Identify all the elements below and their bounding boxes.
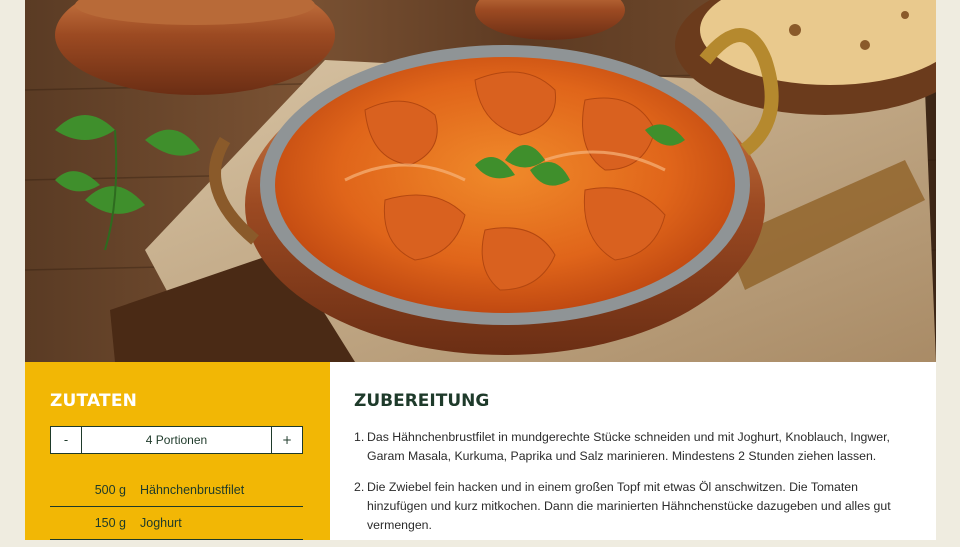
decrease-portions-button[interactable]: - [51, 427, 82, 453]
preparation-step: 2. Die Zwiebel fein hacken und in einem … [354, 478, 914, 535]
ingredient-amount: 150 g [94, 516, 126, 530]
page-margin-right [936, 0, 960, 540]
ingredient-row: 500 g Hähnchenbrustfilet [50, 474, 303, 507]
increase-portions-button[interactable]: + [271, 427, 302, 453]
step-text: Das Hähnchenbrustfilet in mundgerechte S… [367, 430, 890, 463]
portions-stepper: - 4 Portionen + [50, 426, 303, 454]
recipe-hero-image [25, 0, 936, 362]
butter-chicken-illustration [25, 0, 936, 362]
ingredient-name: Joghurt [140, 516, 182, 530]
preparation-step: 1. Das Hähnchenbrustfilet in mundgerecht… [354, 428, 914, 466]
ingredients-heading: ZUTATEN [50, 391, 138, 411]
step-number: 2. [354, 480, 365, 494]
ingredient-amount: 500 g [94, 483, 126, 497]
ingredients-panel: ZUTATEN - 4 Portionen + 500 g Hähnchenbr… [25, 362, 330, 540]
portions-value: 4 Portionen [145, 433, 208, 447]
ingredient-list: 500 g Hähnchenbrustfilet 150 g Joghurt [50, 474, 303, 540]
preparation-panel: ZUBEREITUNG 1. Das Hähnchenbrustfilet in… [330, 362, 936, 540]
preparation-heading: ZUBEREITUNG [354, 391, 490, 411]
preparation-steps: 1. Das Hähnchenbrustfilet in mundgerecht… [354, 428, 914, 547]
ingredient-row: 150 g Joghurt [50, 507, 303, 540]
page-margin-left [0, 0, 25, 540]
step-text: Die Zwiebel fein hacken und in einem gro… [367, 480, 891, 532]
ingredient-name: Hähnchenbrustfilet [140, 483, 245, 497]
step-number: 1. [354, 430, 365, 444]
